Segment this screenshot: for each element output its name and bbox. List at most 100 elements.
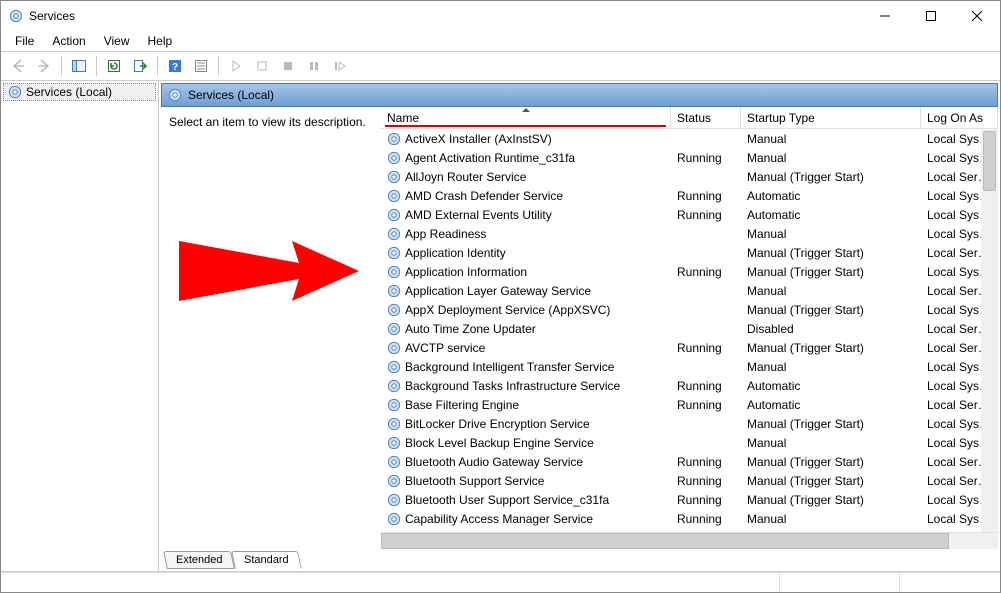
cell-name: AMD Crash Defender Service: [381, 189, 671, 203]
maximize-button[interactable]: [908, 1, 954, 31]
help-button[interactable]: ?: [163, 54, 187, 78]
service-name: Base Filtering Engine: [405, 398, 519, 412]
minimize-button[interactable]: [862, 1, 908, 31]
cell-status: Running: [671, 455, 741, 469]
start-service-button[interactable]: [224, 54, 248, 78]
column-header-log-on-as[interactable]: Log On As: [921, 107, 998, 129]
service-row[interactable]: Block Level Backup Engine ServiceManualL…: [381, 433, 998, 452]
main-pane: Services (Local) Select an item to view …: [159, 81, 1000, 571]
service-row[interactable]: BitLocker Drive Encryption ServiceManual…: [381, 414, 998, 433]
tab-label: Extended: [176, 554, 222, 566]
service-row[interactable]: Application InformationRunningManual (Tr…: [381, 262, 998, 281]
gear-icon: [387, 341, 401, 355]
column-headers: Name Status Startup Type Log On As: [381, 107, 998, 129]
restart-service-button[interactable]: [328, 54, 352, 78]
cell-name: AppX Deployment Service (AppXSVC): [381, 303, 671, 317]
vertical-scrollbar[interactable]: [981, 129, 998, 532]
vertical-scrollbar-thumb[interactable]: [983, 131, 996, 191]
cell-name: Block Level Backup Engine Service: [381, 436, 671, 450]
service-row[interactable]: AppX Deployment Service (AppXSVC) Manual …: [381, 300, 998, 319]
menu-help[interactable]: Help: [140, 32, 181, 50]
show-hide-tree-button[interactable]: [67, 54, 91, 78]
service-row[interactable]: Bluetooth Support ServiceRunningManual (…: [381, 471, 998, 490]
cell-startup-type: Manual: [741, 436, 921, 450]
cell-name: Base Filtering Engine: [381, 398, 671, 412]
gear-icon: [387, 322, 401, 336]
service-row[interactable]: Auto Time Zone UpdaterDisabledLocal Serv…: [381, 319, 998, 338]
toolbar-separator: [157, 56, 158, 76]
service-name: Capability Access Manager Service: [405, 512, 593, 526]
window-title: Services: [29, 9, 75, 23]
gear-icon: [387, 132, 401, 146]
tab-extended[interactable]: Extended: [163, 551, 235, 569]
menu-action[interactable]: Action: [44, 32, 93, 50]
service-name: AppX Deployment Service (AppXSVC): [405, 303, 610, 317]
nav-forward-button[interactable]: [32, 54, 56, 78]
service-name: BitLocker Drive Encryption Service: [405, 417, 590, 431]
gear-icon: [387, 265, 401, 279]
service-row[interactable]: Base Filtering EngineRunningAutomaticLoc…: [381, 395, 998, 414]
gear-icon: [387, 303, 401, 317]
gear-icon: [387, 512, 401, 526]
stop-service-filled-button[interactable]: [276, 54, 300, 78]
cell-startup-type: Manual (Trigger Start): [741, 303, 921, 317]
gear-icon: [387, 170, 401, 184]
cell-name: BitLocker Drive Encryption Service: [381, 417, 671, 431]
service-row[interactable]: Bluetooth Audio Gateway ServiceRunningMa…: [381, 452, 998, 471]
cell-status: Running: [671, 265, 741, 279]
tab-standard[interactable]: Standard: [232, 551, 302, 569]
tree-node-label: Services (Local): [26, 85, 112, 99]
service-row[interactable]: Bluetooth User Support Service_c31faRunn…: [381, 490, 998, 509]
service-row[interactable]: App ReadinessManualLocal System: [381, 224, 998, 243]
column-header-startup-type[interactable]: Startup Type: [741, 107, 921, 129]
column-header-label: Name: [387, 111, 419, 125]
horizontal-scrollbar[interactable]: [381, 532, 998, 549]
export-list-button[interactable]: [128, 54, 152, 78]
cell-startup-type: Manual: [741, 360, 921, 374]
menu-file[interactable]: File: [7, 32, 42, 50]
service-name: Background Tasks Infrastructure Service: [405, 379, 620, 393]
menu-bar: File Action View Help: [1, 31, 1000, 51]
red-underline-annotation: [385, 125, 666, 127]
cell-status: Running: [671, 379, 741, 393]
cell-name: Bluetooth Support Service: [381, 474, 671, 488]
refresh-button[interactable]: [102, 54, 126, 78]
service-row[interactable]: Background Tasks Infrastructure Service R…: [381, 376, 998, 395]
service-row[interactable]: AVCTP serviceRunningManual (Trigger Star…: [381, 338, 998, 357]
rows-container[interactable]: ActiveX Installer (AxInstSV)ManualLocal …: [381, 129, 998, 532]
close-button[interactable]: [954, 1, 1000, 31]
column-header-name[interactable]: Name: [381, 107, 671, 129]
cell-status: Running: [671, 189, 741, 203]
gear-icon: [8, 85, 22, 99]
service-name: AMD External Events Utility: [405, 208, 552, 222]
stop-service-button[interactable]: [250, 54, 274, 78]
service-row[interactable]: Agent Activation Runtime_c31faRunningMan…: [381, 148, 998, 167]
console-tree[interactable]: Services (Local): [1, 81, 159, 571]
column-header-label: Startup Type: [747, 111, 815, 125]
service-row[interactable]: Background Intelligent Transfer ServiceM…: [381, 357, 998, 376]
toolbar: ?: [1, 51, 1000, 81]
service-row[interactable]: AllJoyn Router ServiceManual (Trigger St…: [381, 167, 998, 186]
gear-icon: [387, 360, 401, 374]
service-row[interactable]: AMD Crash Defender ServiceRunningAutomat…: [381, 186, 998, 205]
properties-button[interactable]: [189, 54, 213, 78]
service-row[interactable]: Capability Access Manager ServiceRunning…: [381, 509, 998, 528]
cell-name: Auto Time Zone Updater: [381, 322, 671, 336]
tree-node-services-local[interactable]: Services (Local): [3, 83, 156, 101]
service-name: ActiveX Installer (AxInstSV): [405, 132, 552, 146]
service-row[interactable]: ActiveX Installer (AxInstSV)ManualLocal …: [381, 129, 998, 148]
service-row[interactable]: AMD External Events UtilityRunningAutoma…: [381, 205, 998, 224]
cell-startup-type: Manual (Trigger Start): [741, 265, 921, 279]
nav-back-button[interactable]: [6, 54, 30, 78]
service-name: Agent Activation Runtime_c31fa: [405, 151, 575, 165]
horizontal-scrollbar-thumb[interactable]: [381, 533, 949, 549]
service-name: Block Level Backup Engine Service: [405, 436, 594, 450]
pause-service-button[interactable]: [302, 54, 326, 78]
service-row[interactable]: Application Layer Gateway ServiceManualL…: [381, 281, 998, 300]
menu-view[interactable]: View: [96, 32, 138, 50]
cell-startup-type: Manual (Trigger Start): [741, 493, 921, 507]
column-header-status[interactable]: Status: [671, 107, 741, 129]
service-row[interactable]: Application IdentityManual (Trigger Star…: [381, 243, 998, 262]
status-cell: [900, 573, 1000, 592]
toolbar-separator: [96, 56, 97, 76]
